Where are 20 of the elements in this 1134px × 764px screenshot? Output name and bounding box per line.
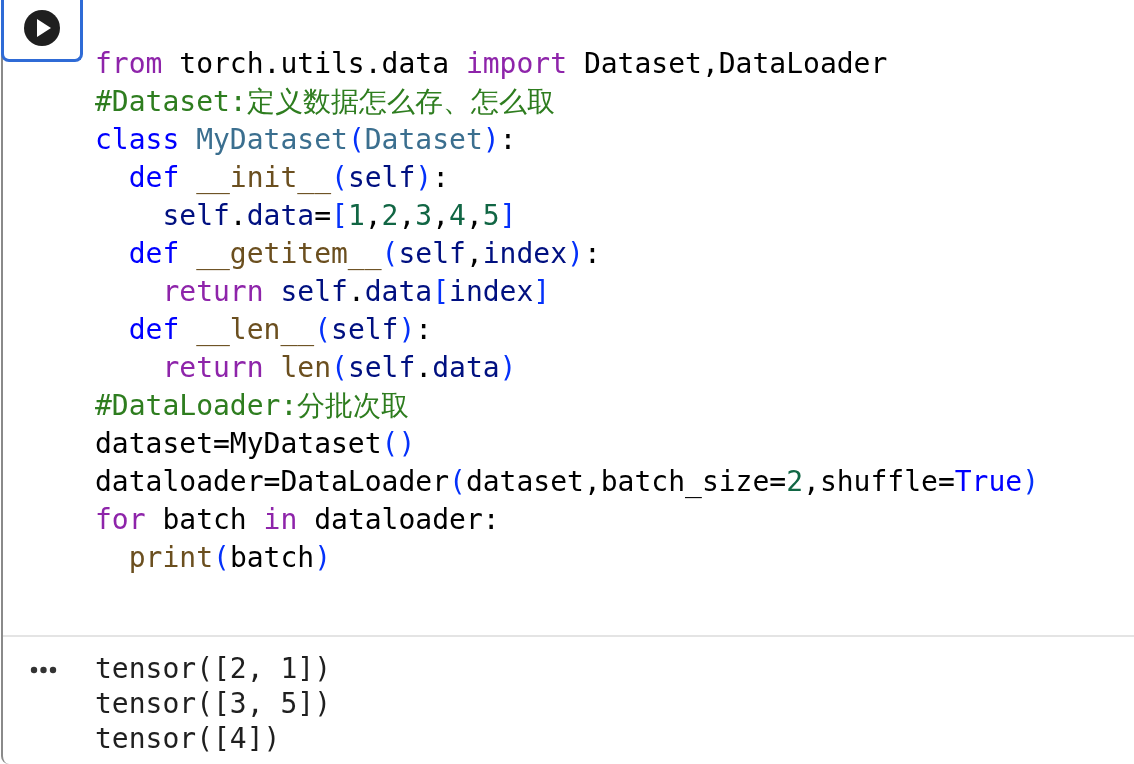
code-line: def __init__(self): xyxy=(127,160,451,196)
code-line: class MyDataset(Dataset): xyxy=(95,122,518,158)
code-line: #DataLoader:分批次取 xyxy=(95,388,411,424)
code-line: return self.data[index] xyxy=(161,274,552,310)
output-line: tensor([2, 1]) xyxy=(95,651,331,686)
output-line: tensor([3, 5]) xyxy=(95,686,331,721)
play-icon xyxy=(24,9,60,46)
code-line: def __len__(self): xyxy=(127,312,434,348)
code-line: for batch in dataloader: xyxy=(95,502,501,538)
output-line: tensor([4]) xyxy=(95,721,282,756)
code-line: dataloader=DataLoader(dataset,batch_size=2,shuffle=True) xyxy=(95,464,1041,500)
code-line: def __getitem__(self,index): xyxy=(127,236,602,272)
more-icon[interactable] xyxy=(30,666,57,674)
code-line: #Dataset:定义数据怎么存、怎么取 xyxy=(95,84,556,120)
code-line: from torch.utils.data import Dataset,DataLoader xyxy=(95,46,889,82)
code-line: return len(self.data) xyxy=(161,350,518,386)
run-button[interactable] xyxy=(1,0,83,62)
code-line: dataset=MyDataset() xyxy=(95,426,417,462)
code-line: self.data=[1,2,3,4,5] xyxy=(161,198,518,234)
code-line: print(batch) xyxy=(127,540,333,576)
